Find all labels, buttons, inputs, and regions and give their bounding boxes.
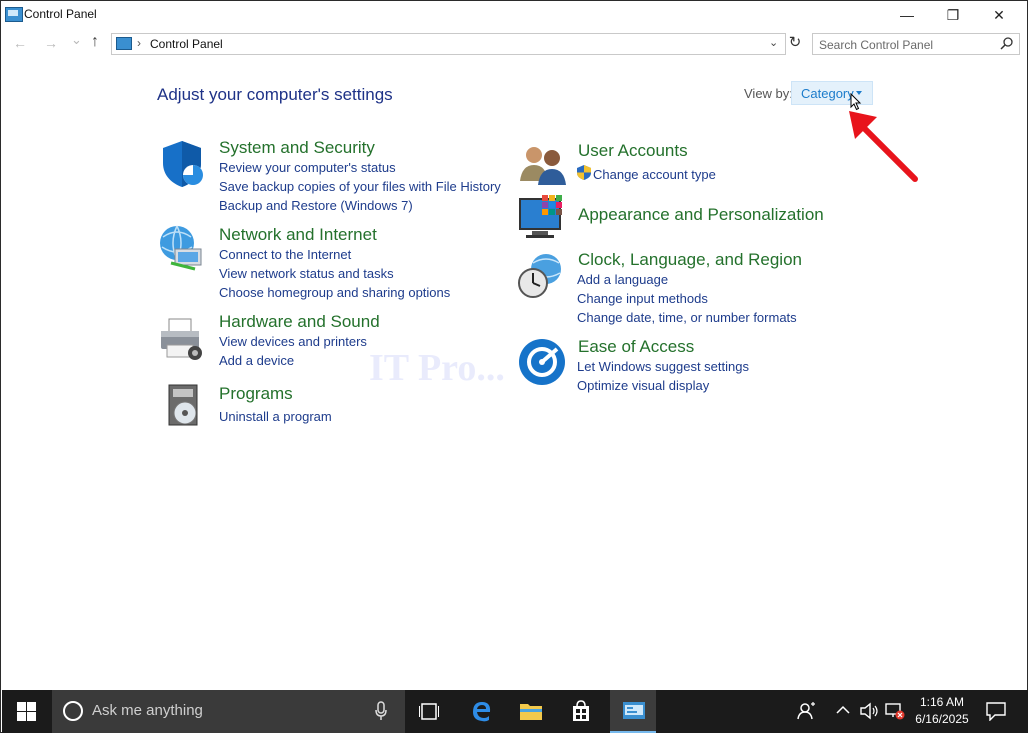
restore-button[interactable]: ❐ xyxy=(930,1,976,29)
up-button[interactable]: ↑ xyxy=(91,33,99,51)
file-explorer-icon[interactable] xyxy=(508,690,554,733)
control-panel-window: Control Panel — ❐ ✕ ← → ⌄ ↑ › Control Pa… xyxy=(0,0,1028,733)
view-by-label: View by: xyxy=(744,86,793,101)
edge-icon[interactable] xyxy=(458,690,504,733)
people-icon[interactable] xyxy=(797,701,817,721)
control-panel-taskbar-button[interactable] xyxy=(610,690,656,733)
link-windows-suggest-settings[interactable]: Let Windows suggest settings xyxy=(577,359,749,374)
red-annotation-arrow xyxy=(849,111,918,182)
link-devices-printers[interactable]: View devices and printers xyxy=(219,334,367,349)
recent-locations-button[interactable]: ⌄ xyxy=(71,32,82,48)
chevron-up-icon[interactable] xyxy=(836,705,850,715)
breadcrumb-separator: › xyxy=(137,36,141,50)
category-user-accounts[interactable]: User Accounts xyxy=(578,141,688,161)
cortana-icon xyxy=(63,701,83,721)
page-title: Adjust your computer's settings xyxy=(157,85,393,104)
link-add-device[interactable]: Add a device xyxy=(219,353,294,368)
link-homegroup-sharing[interactable]: Choose homegroup and sharing options xyxy=(219,285,450,300)
link-change-account-type[interactable]: Change account type xyxy=(593,167,716,182)
address-bar[interactable]: › Control Panel ⌄ xyxy=(111,33,786,55)
programs-disc-icon xyxy=(168,384,198,426)
close-button[interactable]: ✕ xyxy=(976,1,1022,29)
clock-globe-icon xyxy=(518,254,561,298)
control-panel-icon xyxy=(5,7,23,22)
start-button[interactable] xyxy=(2,690,50,733)
cortana-search-box[interactable]: Ask me anything xyxy=(52,690,405,733)
breadcrumb-control-panel[interactable]: Control Panel xyxy=(150,37,223,51)
category-network-and-internet[interactable]: Network and Internet xyxy=(219,225,377,245)
address-history-dropdown[interactable]: ⌄ xyxy=(769,36,778,49)
back-button[interactable]: ← xyxy=(13,35,27,51)
uac-shield-icon xyxy=(577,165,591,180)
window-title: Control Panel xyxy=(24,7,97,21)
search-icon[interactable] xyxy=(1000,36,1014,50)
network-globe-icon xyxy=(160,225,202,271)
category-clock-language-region[interactable]: Clock, Language, and Region xyxy=(578,250,802,270)
link-optimize-visual-display[interactable]: Optimize visual display xyxy=(577,378,709,393)
watermark: IT Pro... xyxy=(369,347,505,389)
link-change-input-methods[interactable]: Change input methods xyxy=(577,291,708,306)
navigation-bar: ← → ⌄ ↑ › Control Panel ⌄ ↻ xyxy=(1,31,1027,57)
link-review-status[interactable]: Review your computer's status xyxy=(219,160,396,175)
link-add-language[interactable]: Add a language xyxy=(577,272,668,287)
refresh-button[interactable]: ↻ xyxy=(785,33,805,53)
link-backup-restore[interactable]: Backup and Restore (Windows 7) xyxy=(219,198,413,213)
clock-date: 6/16/2025 xyxy=(915,712,969,726)
ease-of-access-icon xyxy=(519,339,565,385)
windows-logo-icon xyxy=(17,702,36,721)
monitor-palette-icon xyxy=(519,195,562,238)
view-by-value: Category xyxy=(801,86,854,101)
category-system-and-security[interactable]: System and Security xyxy=(219,138,375,158)
task-view-icon[interactable] xyxy=(406,690,452,733)
printer-icon xyxy=(161,318,202,360)
category-programs[interactable]: Programs xyxy=(219,384,293,404)
minimize-button[interactable]: — xyxy=(884,1,930,29)
system-clock[interactable]: 1:16 AM 6/16/2025 xyxy=(907,694,977,728)
cortana-search-text: Ask me anything xyxy=(92,702,203,719)
control-panel-icon xyxy=(116,37,132,50)
volume-icon[interactable] xyxy=(859,702,879,720)
search-input[interactable] xyxy=(817,35,997,54)
category-hardware-and-sound[interactable]: Hardware and Sound xyxy=(219,312,380,332)
category-ease-of-access[interactable]: Ease of Access xyxy=(578,337,694,357)
shield-icon xyxy=(163,141,203,187)
link-file-history[interactable]: Save backup copies of your files with Fi… xyxy=(219,179,501,194)
taskbar: Ask me anything 1:16 AM 6/16/2025 xyxy=(2,690,1028,733)
users-icon xyxy=(520,147,566,185)
forward-button[interactable]: → xyxy=(44,35,58,51)
network-disconnected-icon[interactable] xyxy=(885,702,905,720)
title-bar: Control Panel — ❐ ✕ xyxy=(1,1,1027,29)
search-box[interactable] xyxy=(812,33,1020,55)
link-network-status[interactable]: View network status and tasks xyxy=(219,266,394,281)
clock-time: 1:16 AM xyxy=(919,695,965,709)
action-center-icon[interactable] xyxy=(986,702,1006,721)
link-uninstall-program[interactable]: Uninstall a program xyxy=(219,409,332,424)
link-change-date-time-formats[interactable]: Change date, time, or number formats xyxy=(577,310,797,325)
microphone-icon[interactable] xyxy=(375,701,387,721)
control-panel-icon xyxy=(623,702,645,719)
link-connect-internet[interactable]: Connect to the Internet xyxy=(219,247,351,262)
category-appearance-and-personalization[interactable]: Appearance and Personalization xyxy=(578,205,824,225)
store-icon[interactable] xyxy=(558,690,604,733)
